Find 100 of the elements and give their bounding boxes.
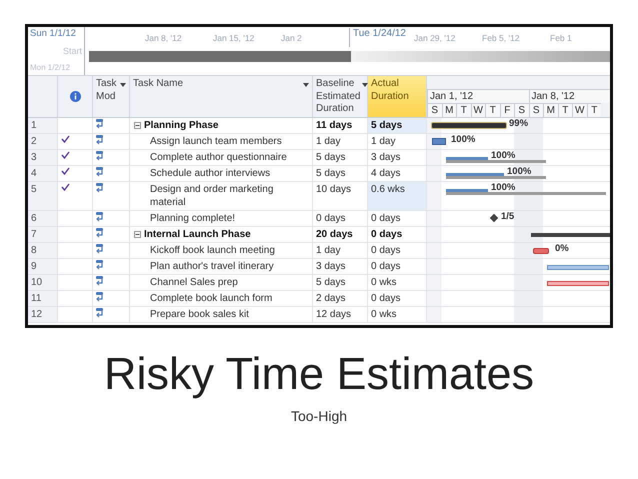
gantt-day-header: T: [586, 103, 601, 117]
task-mode-icon: [96, 276, 105, 286]
task-name: Planning complete!: [150, 212, 236, 225]
task-name: Design and order marketing material: [150, 183, 274, 209]
row-number: 9: [28, 259, 58, 274]
percent-complete-label: 1/5: [501, 211, 514, 222]
task-name: Channel Sales prep: [150, 276, 238, 289]
gantt-day-header: W: [572, 103, 586, 117]
task-name: Prepare book sales kit: [150, 308, 249, 321]
row-number: 12: [28, 307, 58, 322]
task-mode-icon: [96, 244, 105, 254]
actual-duration-cell: 3 days: [368, 150, 427, 165]
timeline-date: Jan 29, '12: [414, 33, 456, 45]
actual-duration-cell: 5 days: [368, 118, 427, 133]
task-name: Schedule author interviews: [150, 167, 270, 180]
percent-complete-label: 100%: [451, 134, 476, 145]
baseline-duration-cell: 5 days: [313, 275, 368, 290]
percent-complete-label: 100%: [491, 150, 516, 161]
task-mode-icon: [96, 119, 105, 129]
timeline-start-label: Start: [62, 46, 82, 56]
timeline-date: Feb 1: [550, 33, 573, 45]
task-name: Plan author's travel itinerary: [150, 260, 274, 273]
dropdown-caret-icon[interactable]: [362, 83, 368, 87]
timeline-date: Jan 2: [280, 33, 303, 45]
row-number: 8: [28, 243, 58, 258]
baseline-duration-cell: 0 days: [313, 211, 368, 226]
gantt-day-header: S: [514, 103, 528, 117]
gantt-day-header: W: [470, 103, 485, 117]
collapse-icon[interactable]: [134, 231, 141, 238]
actual-duration-cell: 0 days: [368, 243, 427, 258]
collapse-icon[interactable]: [134, 122, 141, 129]
task-mode-icon: [96, 167, 105, 177]
baseline-duration-cell: 1 day: [313, 243, 368, 258]
task-mode-icon: [96, 308, 105, 318]
gantt-week-header: Jan 8, '12: [528, 89, 610, 103]
actual-duration-cell: 0 wks: [368, 307, 427, 322]
row-number: 2: [28, 134, 58, 149]
milestone-icon[interactable]: [490, 214, 498, 222]
column-header[interactable]: Task Name: [130, 76, 313, 117]
dropdown-caret-icon[interactable]: [120, 83, 126, 87]
gantt-day-header: T: [558, 103, 572, 117]
actual-duration-cell: 4 days: [368, 166, 427, 181]
row-number: 11: [28, 291, 58, 306]
actual-duration-cell: 1 day: [368, 134, 427, 149]
gantt-day-header: T: [456, 103, 470, 117]
percent-complete-label: 0%: [555, 243, 569, 254]
gantt-day-header: S: [427, 103, 442, 117]
baseline-duration-cell: 5 days: [313, 150, 368, 165]
column-header[interactable]: Task Mod: [93, 76, 130, 117]
gantt-week-header: Jan 1, '12: [427, 89, 528, 103]
task-mode-icon: [96, 151, 105, 161]
task-mode-icon: [96, 292, 105, 302]
slide-title: Risky Time Estimates: [104, 348, 534, 400]
summary-bar[interactable]: [431, 122, 507, 129]
baseline-duration-cell: 5 days: [313, 166, 368, 181]
percent-complete-label: 100%: [507, 166, 532, 177]
row-number: 3: [28, 150, 58, 165]
task-name: Complete author questionnaire: [150, 151, 287, 164]
gantt-day-header: M: [442, 103, 456, 117]
task-bar[interactable]: [446, 173, 546, 179]
task-mode-icon: [96, 135, 105, 145]
actual-duration-cell: 0 days: [368, 227, 427, 242]
row-number: 10: [28, 275, 58, 290]
task-mode-icon: [96, 183, 105, 193]
actual-duration-cell: 0 wks: [368, 275, 427, 290]
actual-duration-cell: 0 days: [368, 259, 427, 274]
baseline-duration-cell: 12 days: [313, 307, 368, 322]
row-number: 1: [28, 118, 58, 133]
actual-duration-cell: 0.6 wks: [368, 182, 427, 210]
critical-task-bar[interactable]: [533, 248, 549, 254]
info-icon: [70, 91, 80, 102]
task-bar[interactable]: [446, 189, 606, 195]
timeline-start-date: Sun 1/1/12: [30, 28, 77, 39]
gantt-day-header: M: [543, 103, 558, 117]
dropdown-caret-icon[interactable]: [303, 83, 309, 87]
baseline-duration-cell: 20 days: [313, 227, 368, 242]
percent-complete-label: 100%: [491, 182, 516, 193]
slide-subtitle: Too-High: [290, 408, 348, 424]
percent-complete-label: 99%: [509, 118, 528, 129]
timeline-date: Jan 8, '12: [144, 33, 183, 45]
column-header[interactable]: Actual Duration: [368, 76, 427, 117]
baseline-duration-cell: 3 days: [313, 259, 368, 274]
task-mode-icon: [96, 260, 105, 270]
gantt-day-header: S: [528, 103, 543, 117]
task-name: Assign launch team members: [150, 135, 282, 148]
task-name: Planning Phase: [144, 119, 218, 132]
task-bar[interactable]: [446, 157, 546, 163]
task-name: Kickoff book launch meeting: [150, 244, 275, 257]
row-number: 4: [28, 166, 58, 181]
task-name: Complete book launch form: [150, 292, 272, 305]
task-mode-icon: [96, 212, 105, 222]
row-number: 7: [28, 227, 58, 242]
task-name: Internal Launch Phase: [144, 228, 251, 241]
baseline-duration-cell: 2 days: [313, 291, 368, 306]
timeline-date: Jan 15, '12: [212, 33, 256, 45]
actual-duration-cell: 0 days: [368, 211, 427, 226]
task-mode-icon: [96, 228, 105, 238]
gantt-day-header: T: [485, 103, 500, 117]
gantt-day-header: F: [500, 103, 514, 117]
timeline-current-date: Tue 1/24/12: [348, 28, 406, 47]
